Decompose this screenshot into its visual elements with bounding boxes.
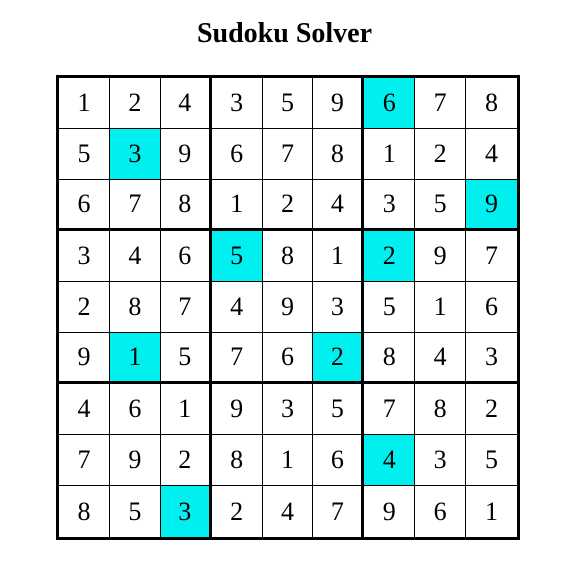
sudoku-cell[interactable]: 5 [160, 333, 212, 384]
sudoku-cell[interactable]: 7 [313, 486, 365, 537]
sudoku-cell[interactable]: 8 [109, 282, 161, 333]
sudoku-cell[interactable]: 7 [109, 180, 161, 231]
sudoku-cell[interactable]: 8 [364, 333, 416, 384]
sudoku-cell[interactable]: 9 [415, 231, 467, 282]
sudoku-cell[interactable]: 4 [313, 180, 365, 231]
sudoku-cell[interactable]: 8 [262, 231, 314, 282]
sudoku-cell[interactable]: 3 [109, 129, 161, 180]
sudoku-cell[interactable]: 4 [364, 435, 416, 486]
sudoku-board: 1243596785396781246781243593465812972874… [56, 75, 520, 540]
sudoku-cell[interactable]: 4 [466, 129, 517, 180]
sudoku-cell[interactable]: 2 [109, 78, 161, 129]
sudoku-cell[interactable]: 9 [262, 282, 314, 333]
sudoku-cell[interactable]: 2 [211, 486, 263, 537]
sudoku-cell[interactable]: 8 [415, 384, 467, 435]
page-title: Sudoku Solver [196, 18, 373, 49]
sudoku-cell[interactable]: 7 [211, 333, 263, 384]
sudoku-cell[interactable]: 4 [262, 486, 314, 537]
sudoku-cell[interactable]: 8 [160, 180, 212, 231]
sudoku-cell[interactable]: 4 [160, 78, 212, 129]
sudoku-cell[interactable]: 2 [364, 231, 416, 282]
sudoku-cell[interactable]: 6 [415, 486, 467, 537]
sudoku-cell[interactable]: 1 [109, 333, 161, 384]
sudoku-cell[interactable]: 9 [466, 180, 517, 231]
sudoku-cell[interactable]: 2 [59, 282, 110, 333]
sudoku-cell[interactable]: 1 [466, 486, 517, 537]
sudoku-cell[interactable]: 7 [262, 129, 314, 180]
sudoku-cell[interactable]: 2 [313, 333, 365, 384]
sudoku-cell[interactable]: 1 [262, 435, 314, 486]
sudoku-cell[interactable]: 8 [466, 78, 517, 129]
sudoku-cell[interactable]: 1 [415, 282, 467, 333]
sudoku-cell[interactable]: 3 [313, 282, 365, 333]
sudoku-cell[interactable]: 4 [109, 231, 161, 282]
sudoku-cell[interactable]: 7 [364, 384, 416, 435]
sudoku-cell[interactable]: 6 [313, 435, 365, 486]
sudoku-cell[interactable]: 1 [59, 78, 110, 129]
sudoku-cell[interactable]: 9 [313, 78, 365, 129]
sudoku-cell[interactable]: 3 [160, 486, 212, 537]
sudoku-cell[interactable]: 5 [313, 384, 365, 435]
sudoku-cell[interactable]: 6 [262, 333, 314, 384]
sudoku-cell[interactable]: 3 [262, 384, 314, 435]
sudoku-cell[interactable]: 2 [262, 180, 314, 231]
sudoku-cell[interactable]: 7 [59, 435, 110, 486]
sudoku-cell[interactable]: 5 [59, 129, 110, 180]
sudoku-cell[interactable]: 7 [466, 231, 517, 282]
sudoku-cell[interactable]: 6 [109, 384, 161, 435]
sudoku-cell[interactable]: 8 [59, 486, 110, 537]
sudoku-cell[interactable]: 6 [211, 129, 263, 180]
sudoku-cell[interactable]: 1 [364, 129, 416, 180]
sudoku-cell[interactable]: 2 [415, 129, 467, 180]
sudoku-cell[interactable]: 7 [415, 78, 467, 129]
sudoku-cell[interactable]: 1 [313, 231, 365, 282]
sudoku-cell[interactable]: 4 [415, 333, 467, 384]
sudoku-cell[interactable]: 9 [364, 486, 416, 537]
sudoku-cell[interactable]: 1 [160, 384, 212, 435]
sudoku-cell[interactable]: 5 [364, 282, 416, 333]
sudoku-cell[interactable]: 2 [160, 435, 212, 486]
sudoku-cell[interactable]: 9 [59, 333, 110, 384]
sudoku-cell[interactable]: 9 [160, 129, 212, 180]
sudoku-cell[interactable]: 8 [211, 435, 263, 486]
sudoku-cell[interactable]: 3 [211, 78, 263, 129]
sudoku-cell[interactable]: 5 [262, 78, 314, 129]
sudoku-cell[interactable]: 3 [364, 180, 416, 231]
sudoku-cell[interactable]: 9 [211, 384, 263, 435]
sudoku-cell[interactable]: 3 [415, 435, 467, 486]
sudoku-cell[interactable]: 6 [59, 180, 110, 231]
sudoku-cell[interactable]: 6 [466, 282, 517, 333]
sudoku-cell[interactable]: 7 [160, 282, 212, 333]
sudoku-cell[interactable]: 1 [211, 180, 263, 231]
sudoku-cell[interactable]: 4 [59, 384, 110, 435]
sudoku-cell[interactable]: 3 [466, 333, 517, 384]
sudoku-cell[interactable]: 9 [109, 435, 161, 486]
sudoku-cell[interactable]: 5 [415, 180, 467, 231]
sudoku-cell[interactable]: 6 [160, 231, 212, 282]
sudoku-cell[interactable]: 5 [211, 231, 263, 282]
sudoku-cell[interactable]: 6 [364, 78, 416, 129]
sudoku-cell[interactable]: 3 [59, 231, 110, 282]
sudoku-cell[interactable]: 8 [313, 129, 365, 180]
sudoku-cell[interactable]: 5 [466, 435, 517, 486]
sudoku-cell[interactable]: 5 [109, 486, 161, 537]
sudoku-cell[interactable]: 2 [466, 384, 517, 435]
sudoku-cell[interactable]: 4 [211, 282, 263, 333]
